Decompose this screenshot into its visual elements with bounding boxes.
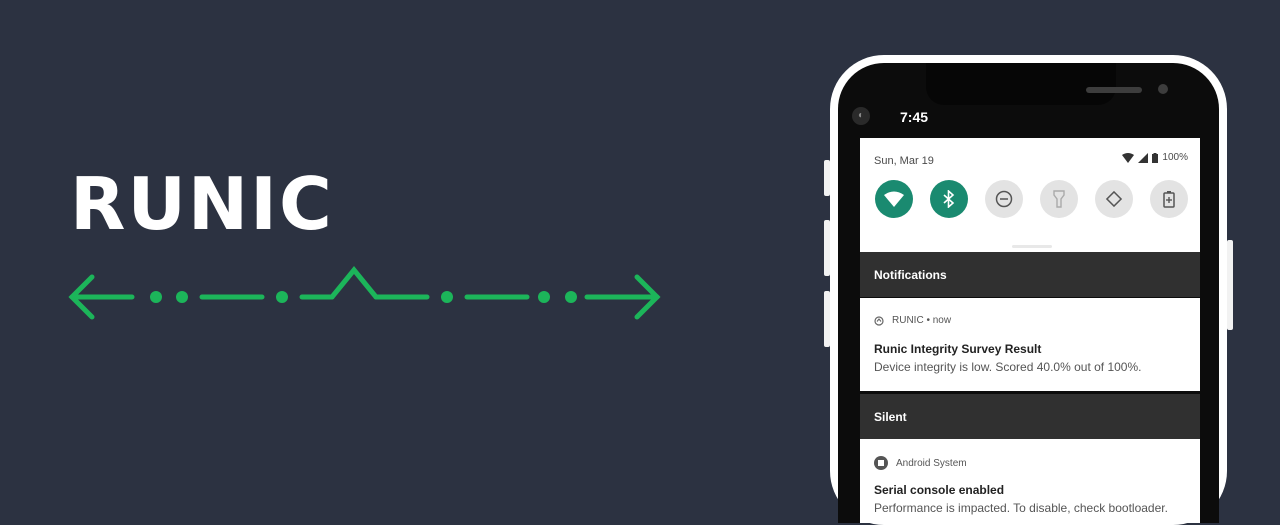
auto-rotate-icon <box>1105 190 1123 208</box>
notifications-header: Notifications <box>860 252 1200 297</box>
runic-notification-time: • now <box>926 315 952 326</box>
runic-notification-app-row: RUNIC • now <box>874 315 951 326</box>
signal-icon <box>1138 152 1149 163</box>
rune-line-graphic <box>68 266 661 320</box>
wifi-status-icon <box>1122 152 1135 163</box>
status-time: 7:45 <box>900 109 929 125</box>
wifi-icon <box>884 191 904 207</box>
qs-date: Sun, Mar 19 <box>874 155 934 167</box>
brand-title: RUNIC <box>70 162 334 246</box>
runic-notification[interactable]: RUNIC • now Runic Integrity Survey Resul… <box>860 298 1200 391</box>
volume-down-button <box>824 291 830 347</box>
system-notification[interactable]: Android System Serial console enabled Pe… <box>860 439 1200 523</box>
do-not-disturb-icon <box>995 190 1013 208</box>
runic-app-name: RUNIC <box>892 315 924 326</box>
auto-rotate-tile[interactable] <box>1095 180 1133 218</box>
do-not-disturb-tile[interactable] <box>985 180 1023 218</box>
notch <box>926 63 1168 105</box>
side-button <box>824 160 830 196</box>
phone-screen: ◐ 7:45 Sun, Mar 19 100% Notifications RU… <box>838 63 1219 523</box>
android-system-icon <box>874 456 888 470</box>
qs-status-icons: 100% <box>1122 152 1188 163</box>
battery-saver-icon <box>1163 191 1175 208</box>
panel-drag-handle[interactable] <box>1012 245 1052 248</box>
phone-mockup: ◐ 7:45 Sun, Mar 19 100% Notifications RU… <box>824 55 1233 525</box>
battery-saver-tile[interactable] <box>1150 180 1188 218</box>
bluetooth-tile[interactable] <box>930 180 968 218</box>
speaker <box>1086 87 1142 93</box>
status-notification-icon: ◐ <box>852 107 870 125</box>
battery-percent: 100% <box>1162 152 1188 163</box>
flashlight-icon <box>1053 190 1065 208</box>
flashlight-tile[interactable] <box>1040 180 1078 218</box>
system-notification-text: Performance is impacted. To disable, che… <box>874 501 1168 515</box>
volume-up-button <box>824 220 830 276</box>
runic-notification-text: Device integrity is low. Scored 40.0% ou… <box>874 360 1142 374</box>
camera <box>1158 84 1168 94</box>
runic-notification-title: Runic Integrity Survey Result <box>874 342 1042 356</box>
system-app-name: Android System <box>896 457 967 469</box>
wifi-tile[interactable] <box>875 180 913 218</box>
qs-tiles <box>875 180 1188 218</box>
quick-settings-panel: Sun, Mar 19 100% <box>860 138 1200 252</box>
power-button <box>1227 240 1233 330</box>
silent-header: Silent <box>860 394 1200 439</box>
system-notification-app-row: Android System <box>874 456 967 470</box>
system-notification-title: Serial console enabled <box>874 483 1005 497</box>
bluetooth-icon <box>943 190 955 208</box>
runic-app-icon <box>874 315 884 326</box>
battery-status-icon <box>1152 152 1159 163</box>
